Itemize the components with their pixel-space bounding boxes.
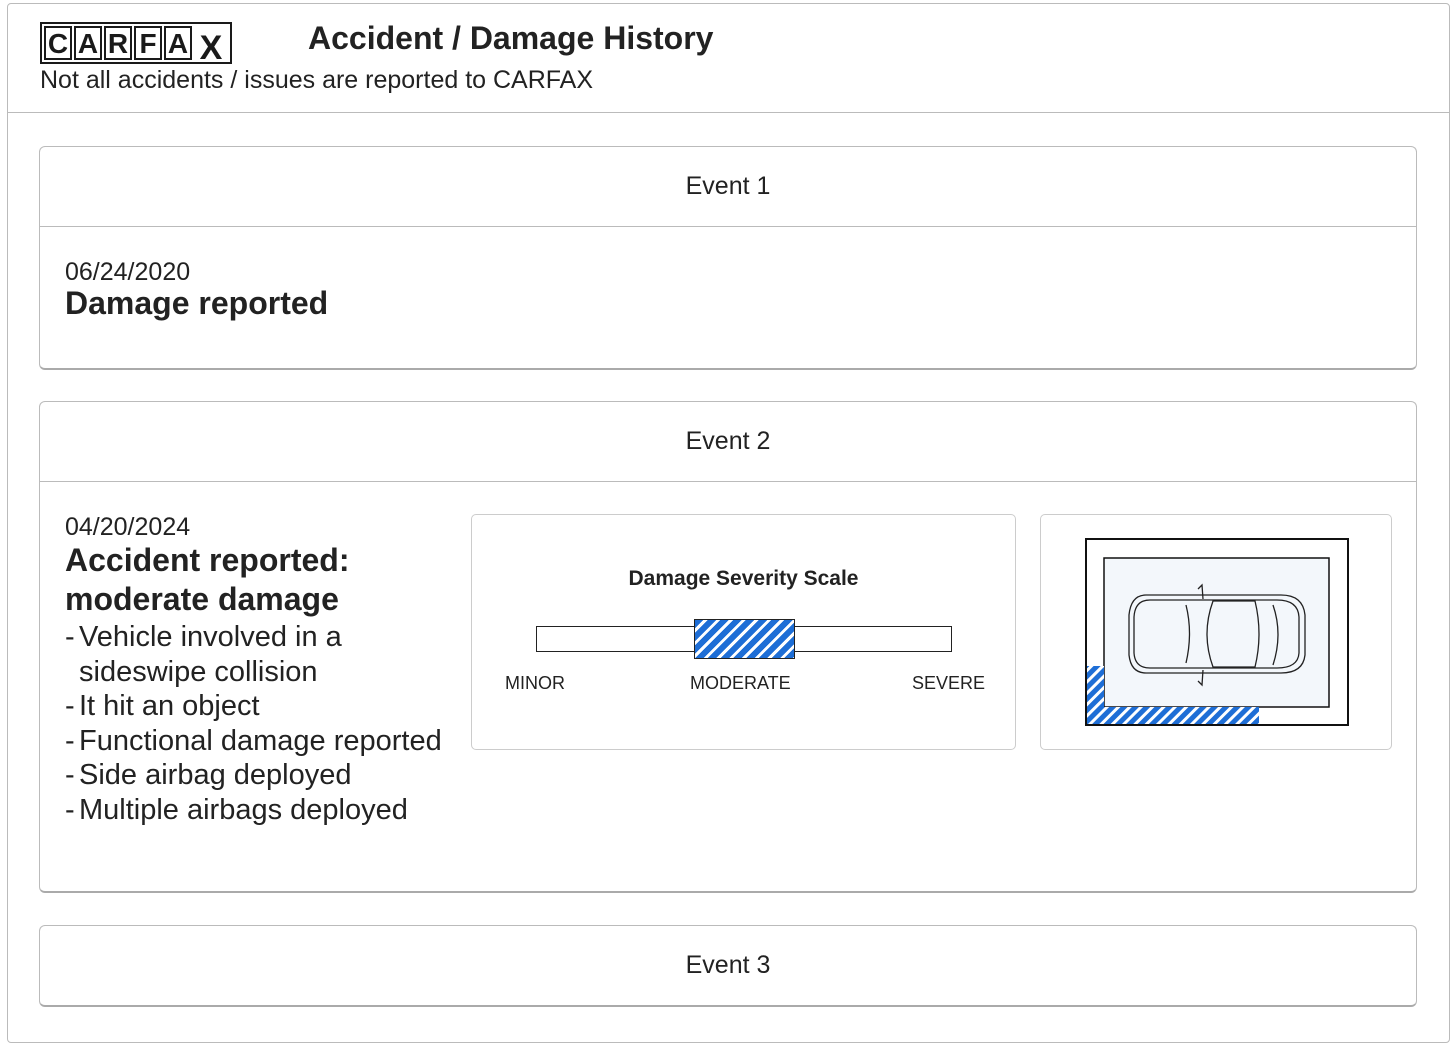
event-card-1: Event 1 06/24/2020 Damage reported <box>39 146 1417 370</box>
event-card-2: Event 2 04/20/2024 Accident reported: mo… <box>39 401 1417 893</box>
damage-location-diagram <box>1040 514 1392 750</box>
damage-severity-scale: Damage Severity Scale MINOR MODERATE SEV… <box>471 514 1016 750</box>
list-item: Multiple airbags deployed <box>65 793 455 828</box>
severity-label-moderate: MODERATE <box>690 673 791 693</box>
section-header: C A R F A X Accident / Damage History No… <box>40 20 1453 110</box>
list-item: Functional damage reported <box>65 724 455 759</box>
event-date: 04/20/2024 <box>65 513 191 541</box>
severity-title: Damage Severity Scale <box>628 567 859 590</box>
event-date: 06/24/2020 <box>65 258 191 286</box>
event-title: Damage reported <box>65 285 329 321</box>
severity-level-moderate <box>694 619 795 659</box>
event-title: Accident reported: moderate damage <box>65 542 350 617</box>
list-item: It hit an object <box>65 689 455 724</box>
event-details-list: Vehicle involved in a sideswipe collisio… <box>65 620 455 827</box>
severity-label-minor: MINOR <box>505 673 565 693</box>
event-heading[interactable]: Event 2 <box>40 402 1416 482</box>
header-divider <box>8 112 1449 113</box>
list-item: Side airbag deployed <box>65 758 455 793</box>
section-title: Accident / Damage History <box>308 20 714 56</box>
event-heading[interactable]: Event 1 <box>40 147 1416 227</box>
severity-label-severe: SEVERE <box>912 673 986 693</box>
event-card-3: Event 3 <box>39 925 1417 1007</box>
section-subtitle: Not all accidents / issues are reported … <box>40 66 594 94</box>
event-heading[interactable]: Event 3 <box>40 926 1416 1005</box>
severity-bar <box>536 619 952 659</box>
carfax-logo: C A R F A X <box>40 22 232 67</box>
car-top-view-icon <box>1085 538 1349 726</box>
list-item: Vehicle involved in a sideswipe collisio… <box>65 620 455 689</box>
